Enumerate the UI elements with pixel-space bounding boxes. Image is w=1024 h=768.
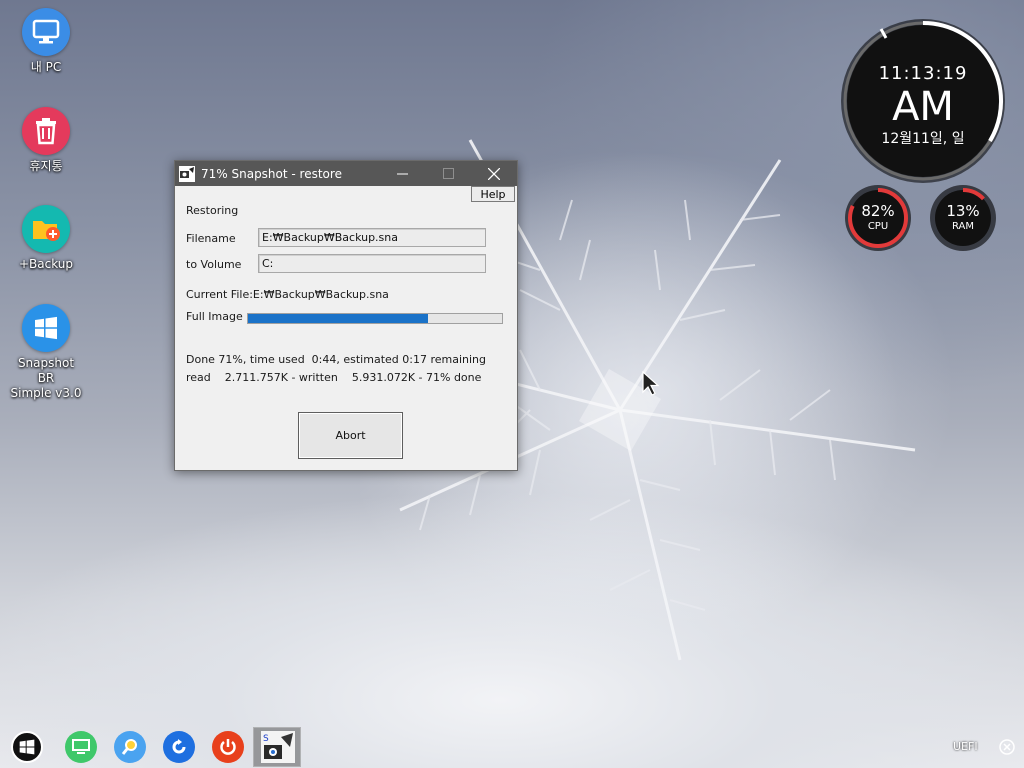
folder-plus-icon [22,205,70,253]
windows-logo-icon [22,304,70,352]
snapshot-app-icon [179,165,195,182]
volume-label: to Volume [186,258,242,271]
trash-icon [22,107,70,155]
mouse-cursor-icon [642,371,660,396]
taskbar-monitor-button[interactable] [65,731,97,763]
close-circle-icon[interactable] [999,739,1015,755]
start-button[interactable] [11,731,43,763]
help-button[interactable]: Help [471,186,515,202]
desktop-icon-backup[interactable]: +Backup [8,205,84,272]
desktop-icon-label: 내 PC [30,60,62,74]
minimize-button[interactable] [379,161,425,186]
desktop-icon-label: 휴지통 [29,159,63,173]
desktop-icon-label: Snapshot BR Simple v3.0 [10,356,82,400]
abort-button[interactable]: Abort [298,412,403,459]
clock-date: 12월11일, 일 [881,131,965,147]
ram-label: RAM [951,221,974,232]
dialog-titlebar[interactable]: 71% Snapshot - restore [175,161,517,186]
desktop-icon-snapshot[interactable]: Snapshot BR Simple v3.0 [8,304,84,401]
monitor-icon [72,739,90,754]
restore-progress-bar [247,313,503,324]
taskbar-power-button[interactable] [212,731,244,763]
desktop-icon-recycle-bin[interactable]: 휴지통 [8,107,84,174]
ram-value: 13% [946,202,980,220]
power-icon [220,739,236,755]
cpu-label: CPU [867,221,889,232]
current-file-text: Current File:E:₩Backup₩Backup.sna [186,288,389,301]
filename-label: Filename [186,232,236,245]
status-label: Restoring [186,204,239,217]
volume-field: C: [258,254,486,273]
taskbar-snapshot-button[interactable]: S [253,727,301,767]
minimize-icon [396,173,408,175]
taskbar-search-button[interactable] [114,731,146,763]
clock-gadget: 11:13:19 AM 12월11일, 일 [838,16,1008,186]
refresh-icon [172,739,186,754]
cpu-value: 82% [861,202,895,220]
cpu-meter: 82% CPU [844,184,912,252]
filename-field: E:₩Backup₩Backup.sna [258,228,486,247]
start-icon [19,739,35,755]
maximize-button [425,161,471,186]
desktop-icon-my-pc[interactable]: 내 PC [8,8,84,75]
ram-meter: 13% RAM [929,184,997,252]
image-label: Full Image [186,310,243,323]
tray-uefi-label: UEFI [953,740,978,753]
maximize-icon [442,168,454,179]
snapshot-restore-dialog: 71% Snapshot - restore Help Restoring Fi… [174,160,518,471]
dialog-title: 71% Snapshot - restore [201,166,342,181]
clock-ampm: AM [892,84,954,130]
close-button[interactable] [471,161,517,186]
desktop-icon-label: +Backup [18,257,74,271]
close-icon [488,167,500,180]
monitor-icon [22,8,70,56]
progress-fill [248,314,429,323]
progress-summary-line: Done 71%, time used 0:44, estimated 0:17… [186,353,486,366]
transfer-summary-line: read 2.711.757K - written 5.931.072K - 7… [186,371,482,384]
search-icon [121,739,137,755]
svg-text:S: S [263,734,269,744]
snapshot-app-icon: S [261,731,295,763]
clock-time: 11:13:19 [878,63,968,84]
taskbar-refresh-button[interactable] [163,731,195,763]
